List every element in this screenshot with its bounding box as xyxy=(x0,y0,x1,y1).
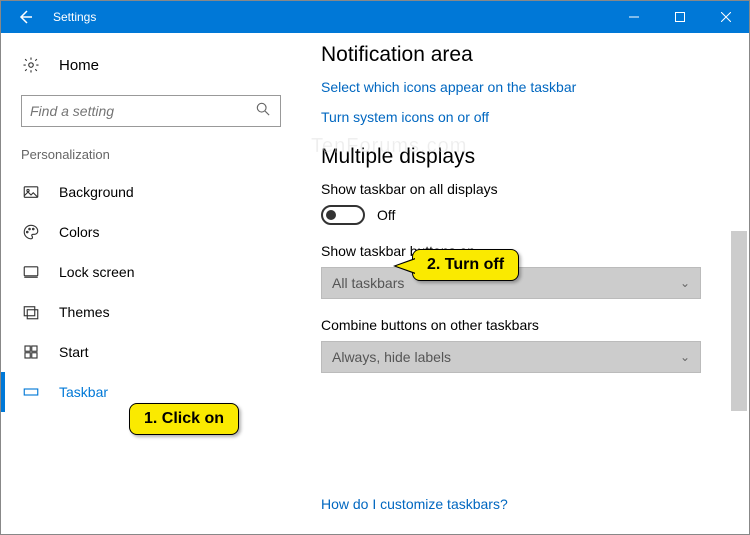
maximize-button[interactable] xyxy=(657,1,703,33)
link-system-icons[interactable]: Turn system icons on or off xyxy=(321,109,729,125)
search-input[interactable] xyxy=(30,103,256,119)
heading-multiple-displays: Multiple displays xyxy=(321,145,729,169)
title-bar: Settings xyxy=(1,1,749,33)
window-controls xyxy=(611,1,749,33)
link-select-icons[interactable]: Select which icons appear on the taskbar xyxy=(321,79,729,95)
sidebar: Home Personalization Background Colors L… xyxy=(1,33,301,534)
minimize-button[interactable] xyxy=(611,1,657,33)
toggle-state-text: Off xyxy=(377,207,395,223)
sidebar-item-background[interactable]: Background xyxy=(1,172,301,212)
sidebar-item-lock-screen[interactable]: Lock screen xyxy=(1,252,301,292)
setting-taskbar-buttons-label: Show taskbar buttons on xyxy=(321,243,729,259)
sidebar-item-themes[interactable]: Themes xyxy=(1,292,301,332)
setting-show-taskbar-label: Show taskbar on all displays xyxy=(321,181,729,197)
sidebar-item-label: Start xyxy=(59,344,89,360)
dropdown-value: Always, hide labels xyxy=(332,349,451,365)
sidebar-item-label: Lock screen xyxy=(59,264,134,280)
selection-indicator xyxy=(1,372,5,412)
home-label: Home xyxy=(59,57,99,74)
link-help-customize[interactable]: How do I customize taskbars? xyxy=(321,496,508,512)
back-button[interactable] xyxy=(1,1,49,33)
scrollbar-thumb[interactable] xyxy=(731,231,747,411)
home-button[interactable]: Home xyxy=(1,47,301,83)
sidebar-item-label: Taskbar xyxy=(59,384,108,400)
main-panel: Notification area Select which icons app… xyxy=(301,33,749,534)
back-arrow-icon xyxy=(17,9,33,25)
section-header: Personalization xyxy=(1,141,301,172)
themes-icon xyxy=(21,302,41,322)
annotation-callout-2: 2. Turn off xyxy=(412,249,519,281)
dropdown-combine-buttons[interactable]: Always, hide labels ⌄ xyxy=(321,341,701,373)
dropdown-value: All taskbars xyxy=(332,275,404,291)
sidebar-item-label: Themes xyxy=(59,304,110,320)
start-icon xyxy=(21,342,41,362)
sidebar-item-label: Background xyxy=(59,184,134,200)
sidebar-item-label: Colors xyxy=(59,224,99,240)
toggle-show-taskbar[interactable] xyxy=(321,205,365,225)
chevron-down-icon: ⌄ xyxy=(680,350,690,364)
annotation-callout-1: 1. Click on xyxy=(129,403,239,435)
picture-icon xyxy=(21,182,41,202)
chevron-down-icon: ⌄ xyxy=(680,276,690,290)
close-button[interactable] xyxy=(703,1,749,33)
sidebar-item-colors[interactable]: Colors xyxy=(1,212,301,252)
window-title: Settings xyxy=(53,10,96,24)
heading-notification-area: Notification area xyxy=(321,43,729,67)
setting-combine-buttons-label: Combine buttons on other taskbars xyxy=(321,317,729,333)
palette-icon xyxy=(21,222,41,242)
sidebar-item-start[interactable]: Start xyxy=(1,332,301,372)
taskbar-icon xyxy=(21,382,41,402)
search-box[interactable] xyxy=(21,95,281,127)
gear-icon xyxy=(21,55,41,75)
search-icon xyxy=(256,102,272,121)
lock-screen-icon xyxy=(21,262,41,282)
